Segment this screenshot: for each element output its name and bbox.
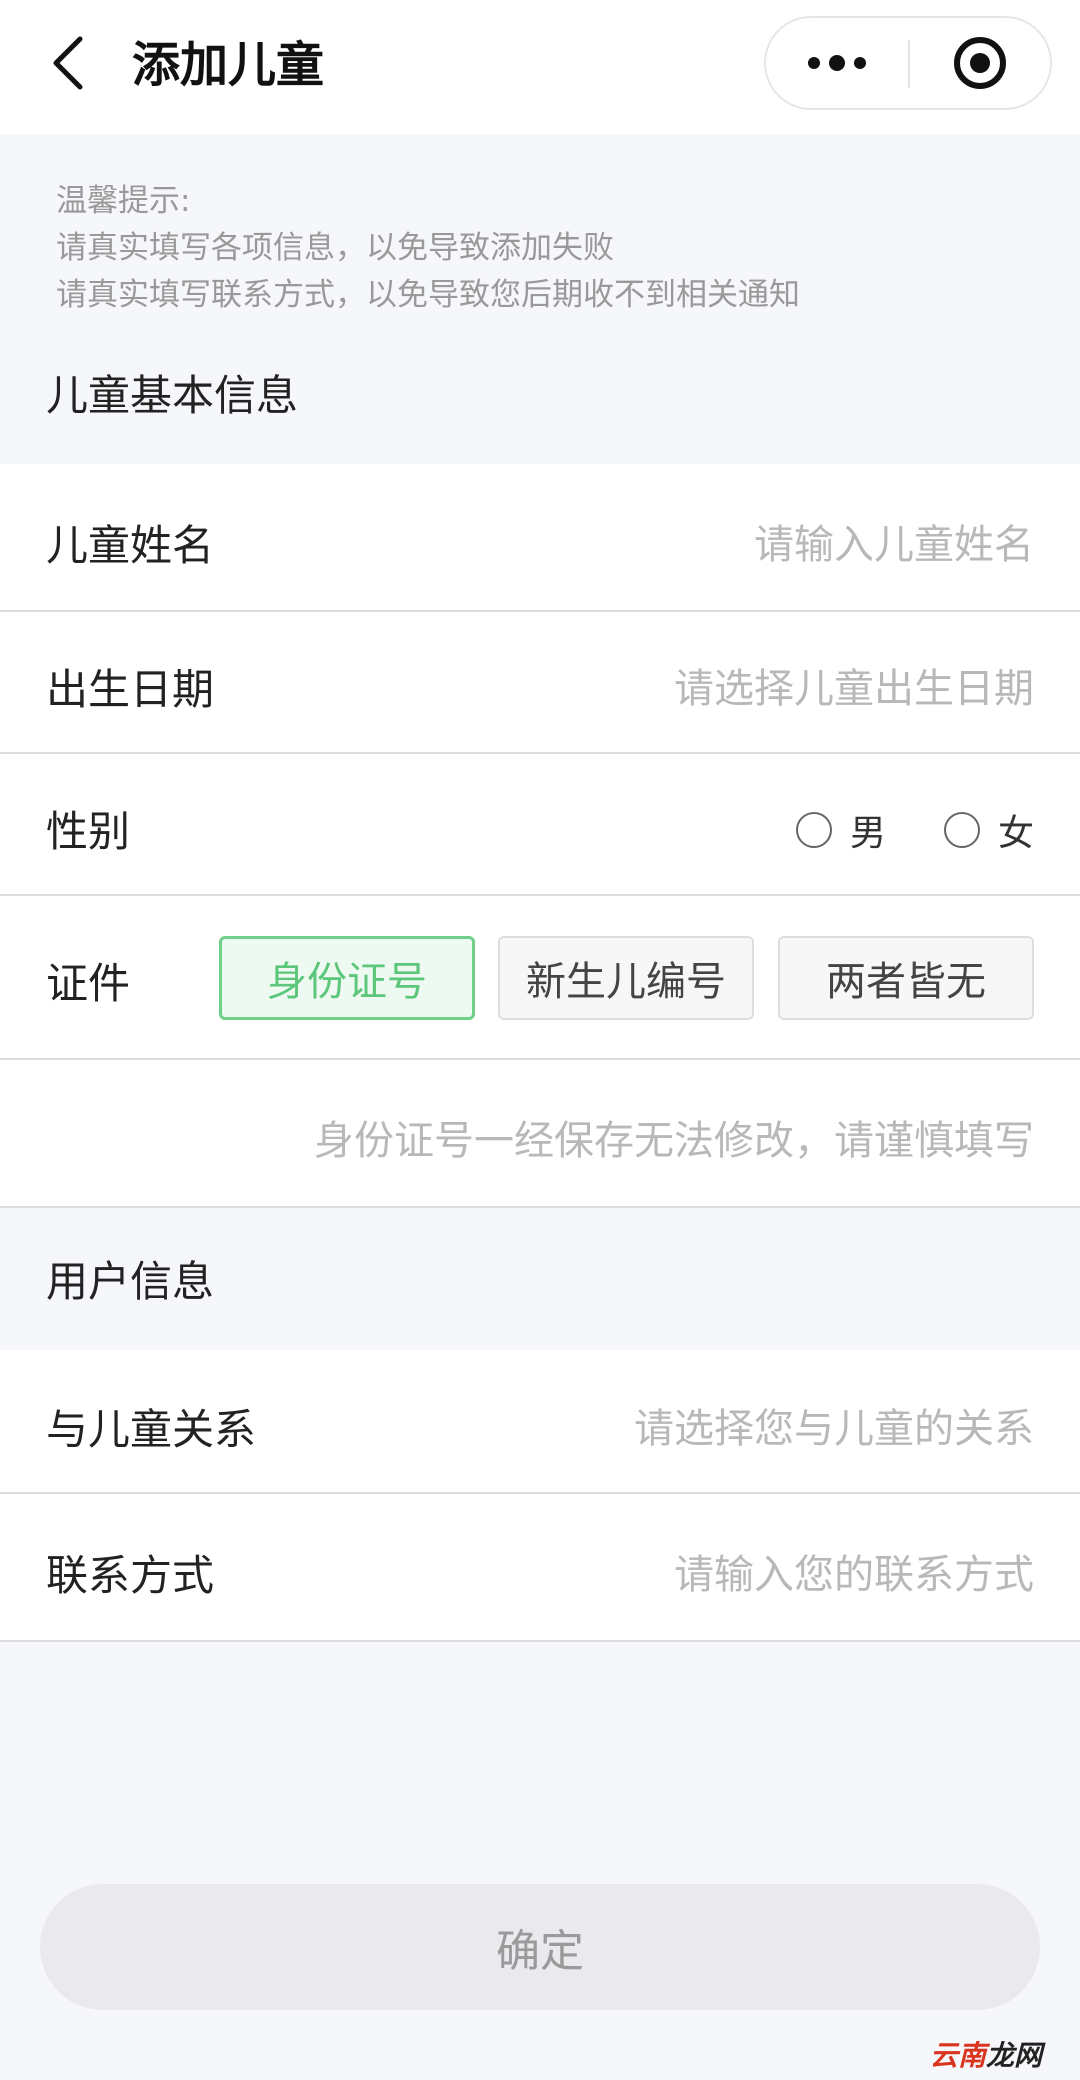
id-type-row: 证件 身份证号 新生儿编号 两者皆无 [0, 896, 1080, 1060]
gender-male-radio[interactable]: 男 [795, 804, 886, 856]
child-name-input[interactable]: 请输入儿童姓名 [754, 512, 1034, 570]
mini-program-capsule [764, 16, 1052, 110]
relation-picker[interactable]: 请选择您与儿童的关系 [634, 1396, 1034, 1454]
gender-female-radio[interactable]: 女 [943, 804, 1034, 856]
watermark-part1: 云南 [929, 2039, 986, 2072]
confirm-button[interactable]: 确定 [40, 1884, 1040, 2010]
tips-line: 请真实填写联系方式，以免导致您后期收不到相关通知 [56, 277, 800, 313]
gender-row: 性别 男 女 [0, 754, 1080, 896]
birthday-picker[interactable]: 请选择儿童出生日期 [674, 656, 1034, 714]
target-icon [954, 37, 1006, 89]
gender-radio-group: 男 女 [795, 804, 1034, 856]
more-button[interactable] [766, 18, 908, 108]
id-number-row[interactable]: 身份证号一经保存无法修改，请谨慎填写 [0, 1060, 1080, 1208]
back-button[interactable] [38, 30, 98, 96]
chevron-left-icon [53, 36, 83, 90]
id-option-id-card[interactable]: 身份证号 [219, 936, 475, 1020]
radio-circle-icon [795, 812, 832, 848]
relation-label: 与儿童关系 [46, 1405, 257, 1454]
gender-female-label: 女 [997, 813, 1034, 854]
child-name-label: 儿童姓名 [46, 521, 215, 570]
birthday-label: 出生日期 [46, 665, 215, 714]
id-type-label: 证件 [46, 959, 131, 1008]
tips-block: 温馨提示: 请真实填写各项信息，以免导致添加失败 请真实填写联系方式，以免导致您… [56, 178, 1036, 319]
watermark-part2: 龙网 [985, 2039, 1042, 2072]
contact-label: 联系方式 [46, 1551, 215, 1600]
contact-row[interactable]: 联系方式 请输入您的联系方式 [0, 1494, 1080, 1642]
birthday-row[interactable]: 出生日期 请选择儿童出生日期 [0, 612, 1080, 754]
child-section-title: 儿童基本信息 [46, 371, 299, 420]
gender-label: 性别 [46, 807, 131, 856]
more-dots-icon [808, 55, 866, 71]
contact-input[interactable]: 请输入您的联系方式 [674, 1542, 1034, 1600]
gender-male-label: 男 [849, 813, 886, 854]
tips-line: 请真实填写各项信息，以免导致添加失败 [56, 230, 614, 266]
radio-circle-icon [943, 812, 980, 848]
tips-heading: 温馨提示: [56, 183, 191, 219]
close-mini-program-button[interactable] [910, 18, 1050, 108]
page-title: 添加儿童 [132, 37, 325, 93]
id-option-newborn-number[interactable]: 新生儿编号 [498, 936, 754, 1020]
add-child-page: 添加儿童 温馨提示: 请真实填写各项信息，以免导致添加失败 请真实填写联系方式，… [0, 0, 1080, 2080]
navigation-bar: 添加儿童 [0, 0, 1080, 134]
id-option-none[interactable]: 两者皆无 [778, 936, 1034, 1020]
id-number-input[interactable]: 身份证号一经保存无法修改，请谨慎填写 [314, 1108, 1034, 1166]
watermark-logo: 云南龙网 [930, 2034, 1042, 2074]
user-section-title: 用户信息 [46, 1257, 215, 1306]
relation-row[interactable]: 与儿童关系 请选择您与儿童的关系 [0, 1350, 1080, 1494]
child-name-row[interactable]: 儿童姓名 请输入儿童姓名 [0, 464, 1080, 612]
